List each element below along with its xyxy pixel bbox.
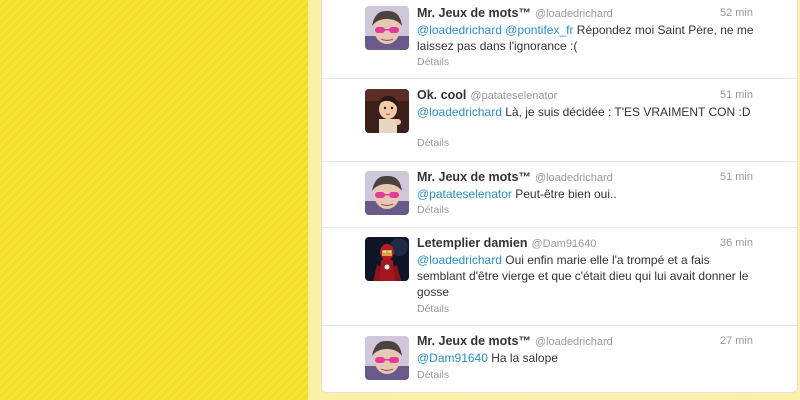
author-name[interactable]: Mr. Jeux de mots™ [417,334,531,348]
author-handle[interactable]: @loadedrichard [535,336,613,348]
tweet-item[interactable]: Mr. Jeux de mots™ @loadedrichard 27 min @… [322,326,797,392]
tweet-header: Ok. cool @patateselenator [417,88,753,104]
tweet-timestamp[interactable]: 51 min [720,171,753,183]
avatar[interactable] [365,89,409,133]
tweet-timestamp[interactable]: 51 min [720,89,753,101]
tweet-timestamp[interactable]: 36 min [720,237,753,249]
tweet-text: @patateselenator Peut-être bien oui.. [417,186,757,202]
details-link[interactable]: Détails [417,204,449,216]
author-name[interactable]: Letemplier damien [417,236,527,250]
author-handle[interactable]: @loadedrichard [535,8,613,20]
mention-link[interactable]: @loadedrichard [417,253,502,267]
tweet-item[interactable]: Mr. Jeux de mots™ @loadedrichard 52 min @… [322,0,797,79]
tweet-text: @Dam91640 Ha la salope [417,350,757,366]
tweet-timeline: Mr. Jeux de mots™ @loadedrichard 52 min @… [321,0,798,393]
tweet-header: Mr. Jeux de mots™ @loadedrichard [417,6,753,22]
author-handle[interactable]: @patateselenator [470,90,557,102]
mention-link[interactable]: @Dam91640 [417,351,488,365]
mention-link[interactable]: @pontifex_fr [505,23,573,37]
author-handle[interactable]: @loadedrichard [535,172,613,184]
mention-link[interactable]: @loadedrichard [417,105,502,119]
details-link[interactable]: Détails [417,303,449,315]
tweet-header: Mr. Jeux de mots™ @loadedrichard [417,334,753,350]
tweet-timestamp[interactable]: 52 min [720,7,753,19]
tweet-timestamp[interactable]: 27 min [720,335,753,347]
author-name[interactable]: Ok. cool [417,88,466,102]
tweet-item[interactable]: Ok. cool @patateselenator 51 min @loadedr… [322,79,797,162]
tweet-text: @loadedrichard @pontifex_fr Répondez moi… [417,22,757,54]
details-link[interactable]: Détails [417,369,449,381]
tweet-text: @loadedrichard Oui enfin marie elle l'a … [417,252,757,300]
avatar[interactable] [365,171,409,215]
details-link[interactable]: Détails [417,137,449,149]
tweet-header: Mr. Jeux de mots™ @loadedrichard [417,170,753,186]
mention-link[interactable]: @patateselenator [417,187,512,201]
tweet-header: Letemplier damien @Dam91640 [417,236,753,252]
tweet-body: Peut-être bien oui.. [511,187,617,201]
tweet-body: Ha la salope [487,351,558,365]
author-name[interactable]: Mr. Jeux de mots™ [417,6,531,20]
avatar[interactable] [365,6,409,50]
tweet-text: @loadedrichard Là, je suis décidée : T'E… [417,104,757,120]
avatar[interactable] [365,237,409,281]
yellow-background [0,0,308,400]
tweet-item[interactable]: Mr. Jeux de mots™ @loadedrichard 51 min @… [322,162,797,228]
tweet-item[interactable]: Letemplier damien @Dam91640 36 min @loade… [322,228,797,326]
avatar[interactable] [365,336,409,380]
author-handle[interactable]: @Dam91640 [531,238,596,250]
author-name[interactable]: Mr. Jeux de mots™ [417,170,531,184]
mention-link[interactable]: @loadedrichard [417,23,502,37]
tweet-body: Là, je suis décidée : T'ES VRAIMENT CON … [501,105,751,119]
details-link[interactable]: Détails [417,56,449,68]
